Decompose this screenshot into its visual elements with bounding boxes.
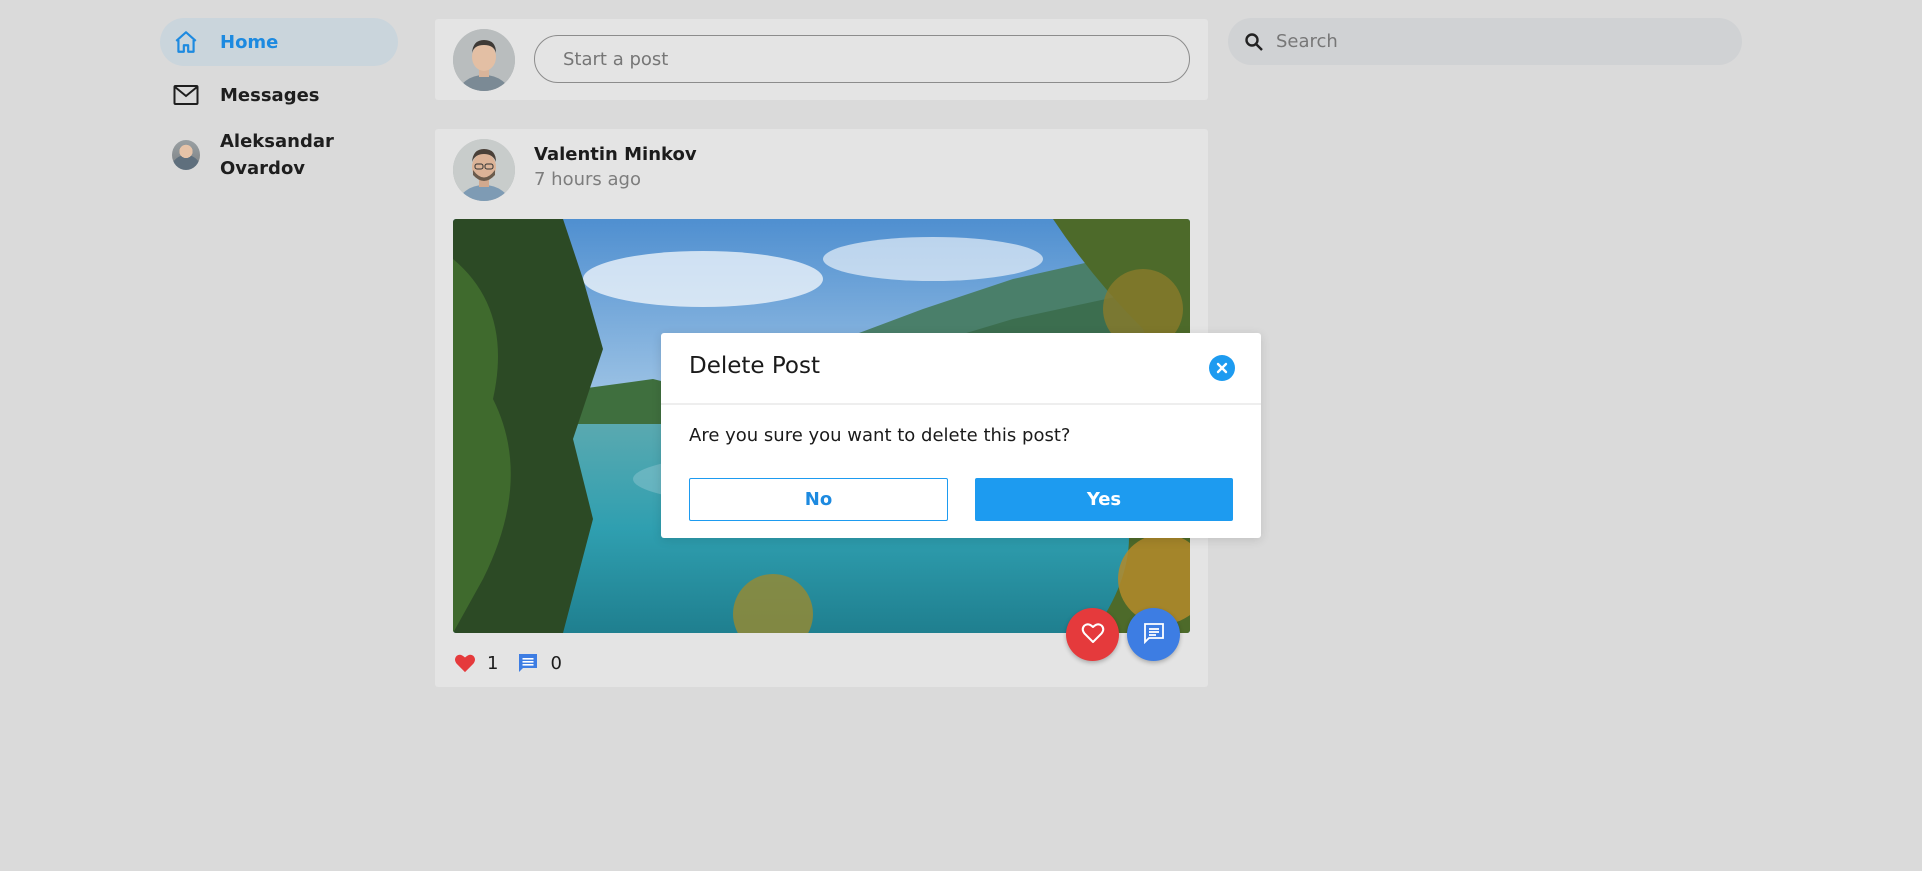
close-icon[interactable] [1209, 355, 1235, 381]
comment-icon [1143, 622, 1165, 648]
avatar [172, 140, 200, 170]
sidebar-item-label: Home [220, 31, 279, 53]
app: Home Messages Aleksandar Ovardov Start a… [0, 0, 1922, 871]
post-author[interactable]: Valentin Minkov [534, 144, 697, 165]
comment-icon[interactable] [516, 651, 540, 675]
avatar [453, 29, 515, 91]
sidebar-item-home[interactable]: Home [160, 18, 398, 66]
sidebar-item-profile[interactable]: Aleksandar Ovardov [160, 124, 398, 186]
mail-icon [172, 81, 200, 109]
divider [661, 403, 1261, 405]
heart-outline-icon [1081, 622, 1105, 648]
post-timestamp: 7 hours ago [534, 169, 641, 190]
search-bar[interactable]: Search [1228, 18, 1742, 65]
comment-button[interactable] [1127, 608, 1180, 661]
sidebar-item-label: Messages [220, 84, 320, 106]
dialog-message: Are you sure you want to delete this pos… [689, 425, 1071, 446]
home-icon [172, 28, 200, 56]
yes-button[interactable]: Yes [975, 478, 1233, 521]
search-icon [1242, 30, 1266, 54]
avatar [453, 139, 515, 201]
start-post-input[interactable]: Start a post [534, 35, 1190, 83]
sidebar-item-label: Aleksandar Ovardov [220, 131, 334, 179]
heart-icon[interactable] [453, 651, 477, 675]
comments-count: 0 [550, 652, 562, 674]
post-composer: Start a post [435, 19, 1208, 100]
post-stats: 1 0 [453, 651, 580, 675]
search-input[interactable]: Search [1276, 31, 1338, 52]
dialog-title: Delete Post [689, 353, 821, 379]
sidebar-item-messages[interactable]: Messages [160, 71, 398, 119]
delete-post-dialog: Delete Post Are you sure you want to del… [661, 333, 1261, 538]
like-button[interactable] [1066, 608, 1119, 661]
likes-count: 1 [487, 652, 499, 674]
sidebar: Home Messages Aleksandar Ovardov [160, 18, 398, 191]
no-button[interactable]: No [689, 478, 948, 521]
